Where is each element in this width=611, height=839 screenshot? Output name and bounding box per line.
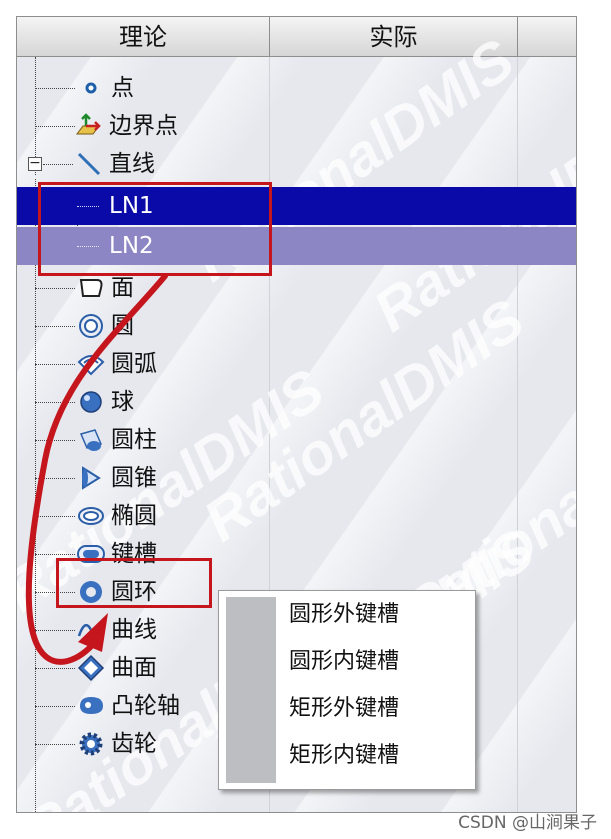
tree-item-label: 圆弧 <box>111 351 157 377</box>
tree-item-label: 直线 <box>109 151 155 177</box>
menu-icon-strip <box>226 597 276 783</box>
cone-icon <box>82 466 101 490</box>
tree-item-cone[interactable]: 圆锥 <box>17 459 576 497</box>
footer-credit: CSDN @山涧果子 <box>458 813 597 833</box>
collapse-toggle[interactable]: − <box>28 156 42 171</box>
menu-item-rect-outer-slot[interactable]: 矩形外键槽 <box>289 689 469 729</box>
tree-item-label: 凸轮轴 <box>111 693 180 719</box>
circle-icon <box>79 314 103 338</box>
tree-item-ellipse[interactable]: 椭圆 <box>17 497 576 535</box>
tree-connector <box>43 164 73 165</box>
tree-connector <box>35 668 75 669</box>
tree-connector <box>35 516 75 517</box>
tree-connector <box>35 478 75 479</box>
tree-item-label: 面 <box>111 275 134 301</box>
column-header-theory[interactable]: 理论 <box>17 17 270 57</box>
tree-item-circle[interactable]: 圆 <box>17 307 576 345</box>
edge-point-icon <box>76 113 101 135</box>
tree-connector <box>35 554 75 555</box>
tree-connector <box>35 630 75 631</box>
annotation-box-slot <box>56 558 212 608</box>
column-header-actual[interactable]: 实际 <box>270 17 518 57</box>
table-header: 理论 实际 <box>17 17 576 57</box>
tree-item-label: 边界点 <box>109 113 178 139</box>
annotation-box-lines <box>38 182 272 276</box>
tree-item-label: 圆 <box>111 313 134 339</box>
tree-item-label: 球 <box>111 389 134 415</box>
tree-item-point[interactable]: 点 <box>17 69 576 107</box>
tree-item-cylinder[interactable]: 圆柱 <box>17 421 576 459</box>
menu-item-rect-inner-slot[interactable]: 矩形内键槽 <box>289 736 469 776</box>
tree-connector <box>35 440 75 441</box>
slot-type-submenu: 圆形外键槽 圆形内键槽 矩形外键槽 矩形内键槽 <box>218 590 476 790</box>
curve-icon <box>77 623 105 637</box>
menu-item-round-outer-slot[interactable]: 圆形外键槽 <box>289 595 469 635</box>
tree-connector <box>35 88 75 89</box>
tree-item-sphere[interactable]: 球 <box>17 383 576 421</box>
tree-connector <box>35 288 75 289</box>
surface-icon <box>77 654 105 682</box>
line-icon <box>77 152 101 176</box>
tree-connector <box>35 326 75 327</box>
tree-connector <box>35 126 75 127</box>
menu-item-round-inner-slot[interactable]: 圆形内键槽 <box>289 642 469 682</box>
tree-item-label: 齿轮 <box>111 731 157 757</box>
tree-item-line[interactable]: − 直线 <box>17 145 576 183</box>
column-header-extra[interactable] <box>518 17 576 57</box>
tree-item-label: 点 <box>111 75 134 101</box>
ellipse-icon <box>78 507 104 525</box>
point-icon <box>85 82 97 94</box>
tree-connector <box>35 402 75 403</box>
tree-item-edge-point[interactable]: 边界点 <box>17 107 576 145</box>
tree-item-label: 圆锥 <box>111 465 157 491</box>
plane-icon <box>79 279 103 297</box>
tree-item-label: 圆柱 <box>111 427 157 453</box>
tree-item-label: 曲面 <box>111 655 157 681</box>
tree-item-arc[interactable]: 圆弧 <box>17 345 576 383</box>
tree-connector <box>35 706 75 707</box>
tree-item-label: 曲线 <box>111 617 157 643</box>
cylinder-icon <box>79 429 103 451</box>
arc-icon <box>77 355 105 376</box>
sphere-icon <box>80 391 102 413</box>
camshaft-icon <box>80 697 103 714</box>
gear-icon <box>79 732 103 756</box>
tree-item-label: 椭圆 <box>111 503 157 529</box>
tree-connector <box>35 744 75 745</box>
tree-connector <box>35 364 75 365</box>
